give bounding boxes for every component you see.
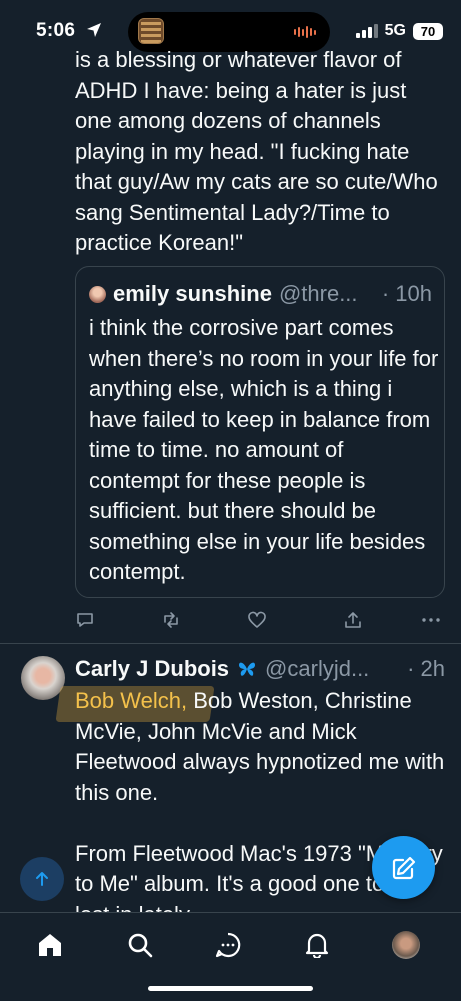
now-playing-artwork-icon xyxy=(138,18,164,44)
reply-icon[interactable] xyxy=(75,610,95,630)
status-indicators: 5G 70 xyxy=(355,22,443,40)
tweet-action-bar xyxy=(75,606,445,634)
quoted-author-handle: @thre... xyxy=(278,281,358,306)
network-type: 5G xyxy=(384,22,406,39)
quoted-tweet-card[interactable]: emily sunshine @thre... · 10h i think th… xyxy=(75,266,445,598)
quoted-author-avatar xyxy=(89,285,106,303)
retweet-icon[interactable] xyxy=(161,610,181,630)
compose-icon xyxy=(392,856,415,879)
battery-icon: 70 xyxy=(413,22,443,40)
author-handle: @carlyjd... xyxy=(265,656,370,681)
tweet-time: · 2h xyxy=(407,656,445,681)
quoted-tweet-time: · 10h xyxy=(381,281,432,306)
location-arrow-icon xyxy=(86,22,102,43)
search-icon[interactable] xyxy=(125,930,155,960)
tweet-divider xyxy=(0,643,461,644)
signal-icon xyxy=(355,24,378,38)
home-icon[interactable] xyxy=(35,930,65,960)
status-time: 5:06 xyxy=(36,20,76,41)
quoted-tweet-text: i think the corrosive part comes when th… xyxy=(89,315,439,584)
tweet-body-text: is a blessing or whatever flavor of ADHD… xyxy=(75,47,438,255)
compose-button[interactable] xyxy=(372,836,435,899)
butterfly-icon xyxy=(237,660,257,678)
more-icon[interactable] xyxy=(421,610,441,630)
quoted-author-name: emily sunshine xyxy=(113,281,272,306)
arrow-up-icon xyxy=(36,872,48,886)
quoted-tweet-header: emily sunshine @thre... · 10h xyxy=(89,279,432,309)
home-indicator xyxy=(148,986,313,991)
spaces-icon[interactable] xyxy=(213,930,243,960)
audio-waveform-icon xyxy=(294,26,316,38)
share-icon[interactable] xyxy=(343,610,363,630)
highlighted-text: Bob Welch, xyxy=(75,688,188,713)
tweet-header: Carly J Dubois @carlyjd... · 2h xyxy=(75,654,445,684)
author-name[interactable]: Carly J Dubois xyxy=(75,656,229,682)
profile-avatar[interactable] xyxy=(391,930,421,960)
notifications-icon[interactable] xyxy=(302,930,332,960)
scroll-to-top-button[interactable] xyxy=(20,857,64,901)
like-icon[interactable] xyxy=(247,610,267,630)
